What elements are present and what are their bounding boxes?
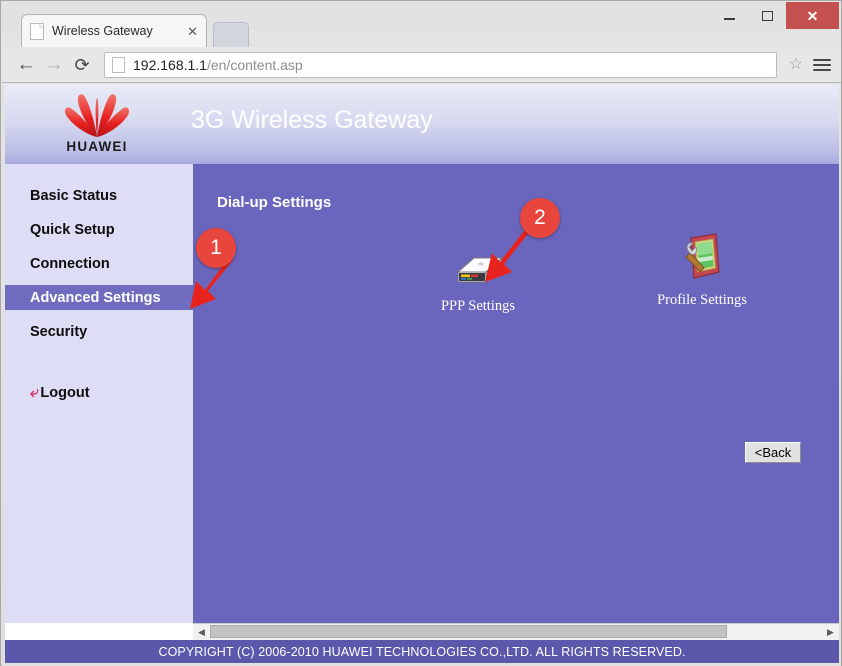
new-tab-button[interactable] [213,22,249,47]
huawei-flower-icon [64,94,130,137]
sidebar-item-logout-label: Logout [40,384,90,401]
menu-line-2 [813,63,831,66]
page-info-icon [112,56,125,73]
address-bar[interactable]: 192.168.1.1/en/content.asp [104,51,777,78]
hamburger-menu-icon[interactable] [809,58,831,71]
main-content-panel: Dial-up Settings PPP Settings Profile Se… [193,164,839,623]
sidebar-item-connection[interactable]: Connection [5,251,193,276]
address-bar-text: 192.168.1.1/en/content.asp [133,57,303,73]
sidebar-item-security[interactable]: Security [5,319,193,344]
content-heading: Dial-up Settings [217,194,332,211]
tile-profile-settings-label: Profile Settings [657,292,747,308]
sidebar-item-quick-setup[interactable]: Quick Setup [5,217,193,242]
tab-strip: Wireless Gateway ✕ [1,14,841,47]
sidebar-spacer-top [5,164,193,183]
back-button[interactable]: <Back [745,442,801,463]
forward-navigation-icon[interactable]: → [40,51,68,79]
browser-window: ✕ Wireless Gateway ✕ ← → ⟳ 192.168.1.1/e… [0,0,842,666]
back-navigation-icon[interactable]: ← [12,51,40,79]
url-path: /en/content.asp [206,56,303,73]
scrollbar-thumb[interactable] [210,625,728,638]
huawei-logo: HUAWEI [55,92,139,158]
url-host: 192.168.1.1 [133,56,207,73]
tile-ppp-settings-label: PPP Settings [440,298,515,314]
sidebar-item-logout[interactable]: ⤶ Logout [5,380,193,405]
tab-close-icon[interactable]: ✕ [181,25,198,38]
screen-wrench-icon [627,233,777,284]
reload-icon[interactable]: ⟳ [68,51,96,79]
tile-profile-settings[interactable]: Profile Settings [627,233,777,309]
scroll-right-arrow-icon[interactable]: ▶ [822,624,839,640]
scroll-left-arrow-icon[interactable]: ◀ [193,624,210,640]
menu-line-3 [813,68,831,71]
page-title: 3G Wireless Gateway [191,106,433,134]
menu-line-1 [813,58,831,61]
tab-title: Wireless Gateway [52,24,153,38]
copyright-footer: COPYRIGHT (C) 2006-2010 HUAWEI TECHNOLOG… [5,640,839,663]
bookmark-star-icon[interactable]: ☆ [783,56,809,73]
horizontal-scrollbar[interactable]: ◀ ▶ [193,623,839,640]
modem-device-icon [403,242,553,290]
sidebar-item-basic-status[interactable]: Basic Status [5,183,193,208]
page-icon [30,22,44,40]
tab-wireless-gateway[interactable]: Wireless Gateway ✕ [21,14,207,47]
sidebar-item-advanced-settings[interactable]: Advanced Settings [5,285,193,310]
tile-ppp-settings[interactable]: PPP Settings [403,242,553,315]
site-header: HUAWEI 3G Wireless Gateway [5,84,839,164]
huawei-wordmark: HUAWEI [66,139,128,154]
screenshot-root: ✕ Wireless Gateway ✕ ← → ⟳ 192.168.1.1/e… [0,0,842,666]
browser-toolbar: ← → ⟳ 192.168.1.1/en/content.asp ☆ [2,47,841,83]
page-viewport: HUAWEI 3G Wireless Gateway Basic Status … [5,84,839,663]
return-arrow-icon: ⤶ [29,384,39,401]
sidebar-nav: Basic Status Quick Setup Connection Adva… [5,164,193,623]
scrollbar-track[interactable] [210,624,822,640]
